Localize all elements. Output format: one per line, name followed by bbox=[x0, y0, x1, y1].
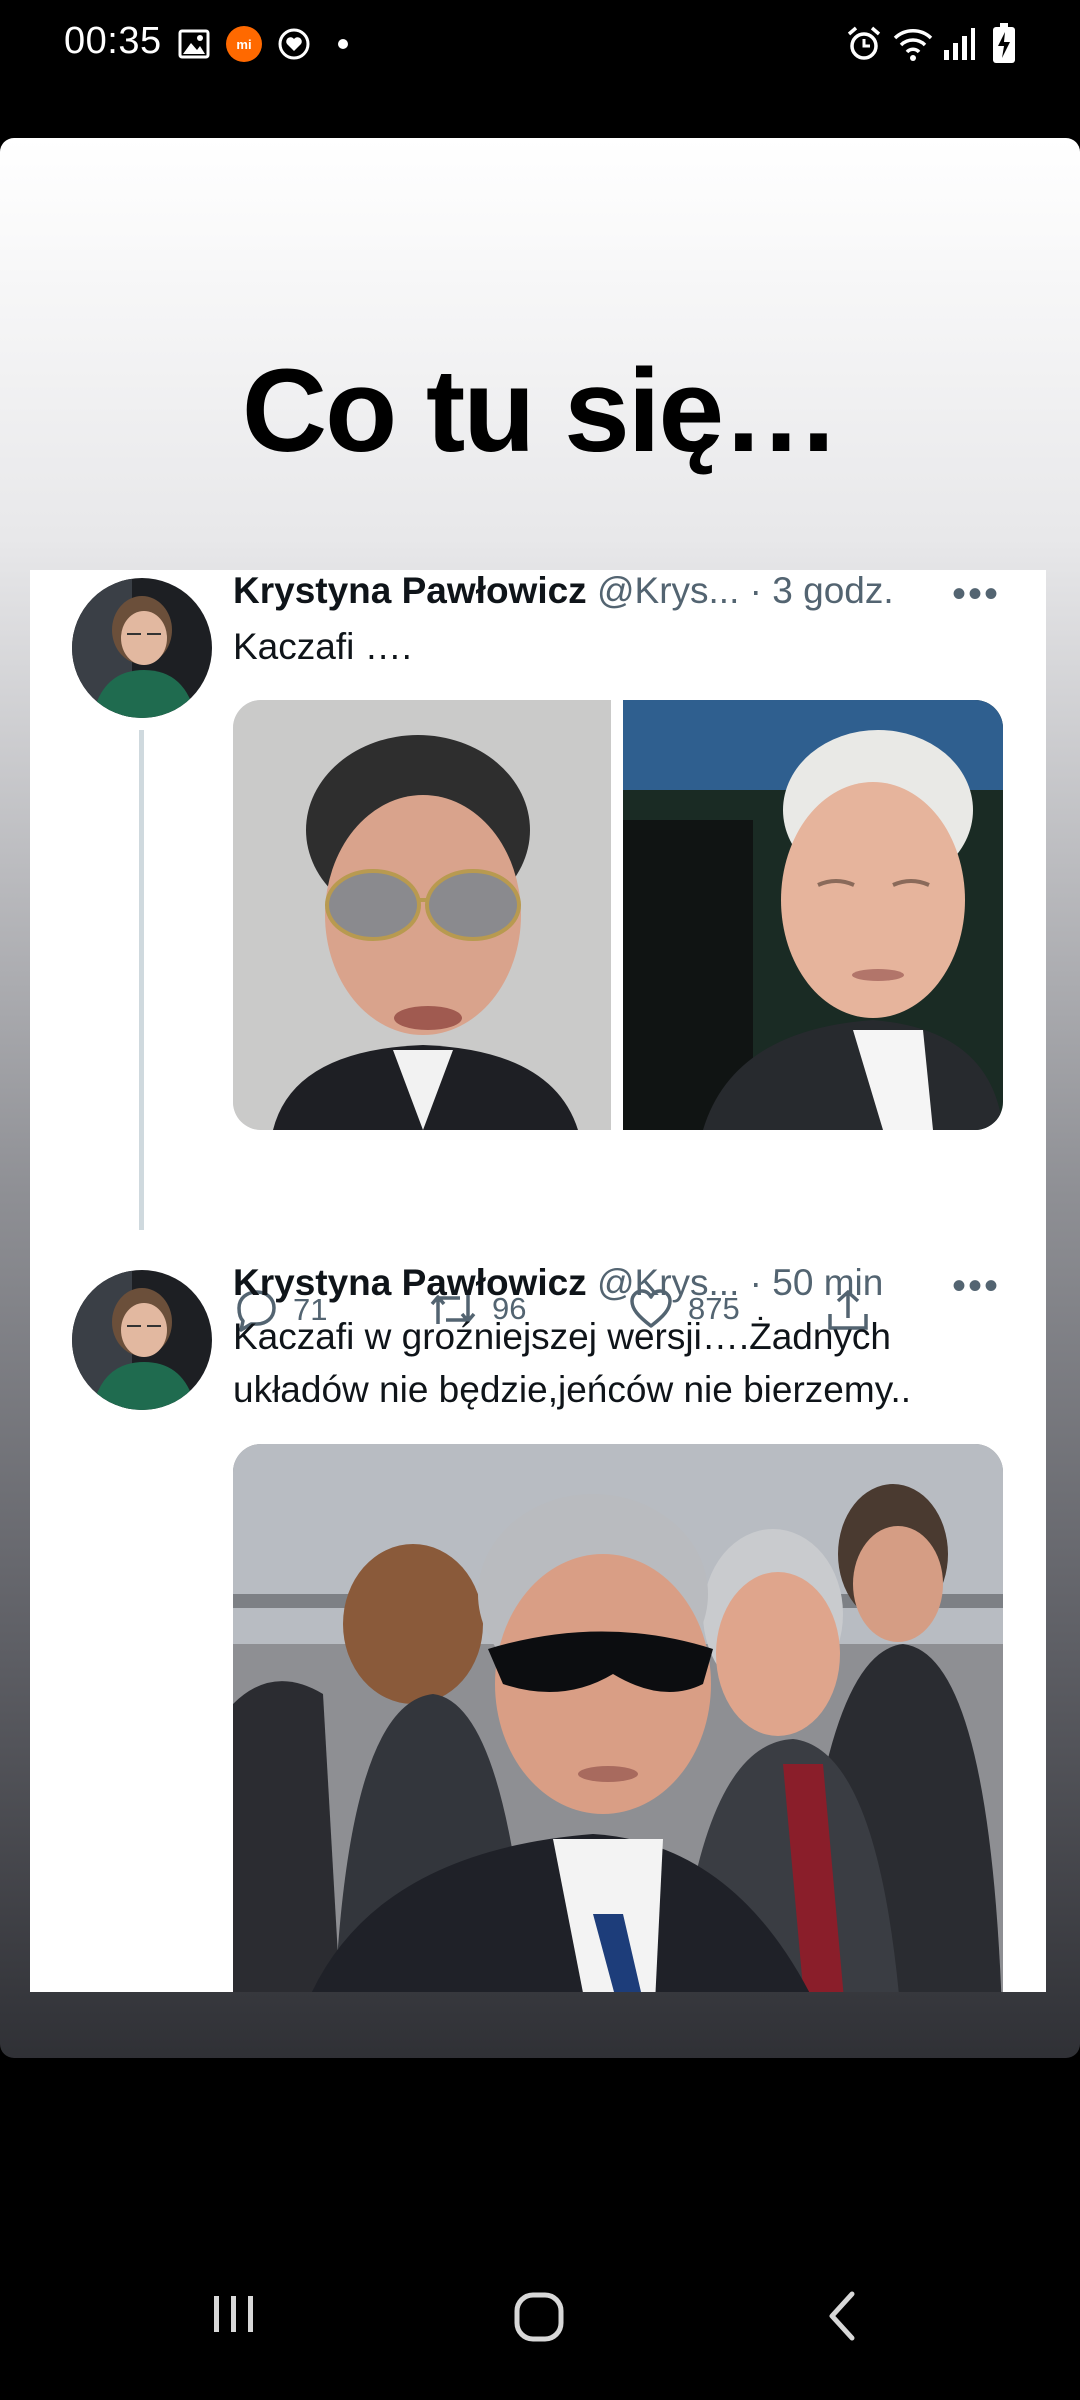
tweet-header: Krystyna Pawłowicz @Krys... · 3 godz. bbox=[233, 570, 894, 612]
wifi-icon bbox=[893, 29, 933, 61]
recent-apps-icon[interactable] bbox=[210, 2290, 258, 2338]
more-options-icon[interactable]: ••• bbox=[952, 1264, 1000, 1309]
status-bar: 00:35 mi bbox=[0, 0, 1080, 90]
navigation-bar bbox=[0, 2250, 1080, 2400]
tweet-time[interactable]: · 50 min bbox=[750, 1262, 884, 1303]
author-name[interactable]: Krystyna Pawłowicz bbox=[233, 570, 587, 611]
tweet-media[interactable] bbox=[233, 700, 1003, 1130]
svg-text:mi: mi bbox=[236, 37, 251, 52]
author-handle[interactable]: @Krys... bbox=[597, 1262, 739, 1303]
story-card: Co tu się… Krystyna Pawłowicz @Krys... ·… bbox=[0, 138, 1080, 2058]
heart-sync-icon bbox=[278, 28, 310, 60]
dot-icon bbox=[338, 39, 348, 49]
alarm-icon bbox=[847, 26, 881, 60]
tweet-text: Kaczafi …. bbox=[233, 626, 412, 667]
more-options-icon[interactable]: ••• bbox=[952, 572, 1000, 617]
gallery-icon bbox=[178, 29, 210, 59]
avatar bbox=[72, 1270, 212, 1410]
signal-icon bbox=[944, 28, 975, 60]
story-headline: Co tu się… bbox=[241, 345, 840, 477]
avatar bbox=[72, 578, 212, 718]
tweet-thread-screenshot: Krystyna Pawłowicz @Krys... · 3 godz. ••… bbox=[30, 570, 1046, 1992]
author-name[interactable]: Krystyna Pawłowicz bbox=[233, 1262, 587, 1303]
tweet-time[interactable]: · 3 godz. bbox=[750, 570, 894, 611]
tweet-header: Krystyna Pawłowicz @Krys... · 50 min bbox=[233, 1262, 883, 1304]
author-handle[interactable]: @Krys... bbox=[597, 570, 739, 611]
tweet-text: Kaczafi w groźniejszej wersji….Żadnych u… bbox=[233, 1316, 912, 1410]
mi-app-icon: mi bbox=[226, 26, 262, 62]
tweet-media[interactable] bbox=[233, 1444, 1003, 1992]
back-icon[interactable] bbox=[822, 2290, 862, 2342]
battery-charging-icon bbox=[993, 23, 1015, 63]
home-icon[interactable] bbox=[512, 2290, 568, 2346]
thread-connector-line bbox=[139, 730, 144, 1230]
status-time: 00:35 bbox=[64, 20, 162, 62]
